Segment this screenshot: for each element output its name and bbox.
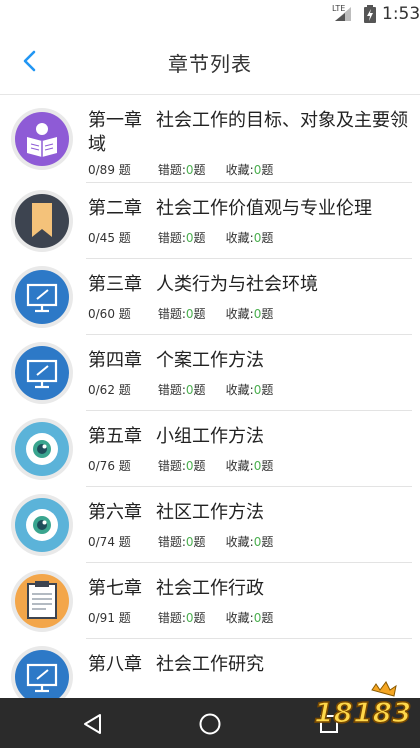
chapter-row-5[interactable]: 第五章 小组工作方法 0/76 题 错题:0题 收藏:0题	[0, 411, 420, 487]
app-header: 章节列表	[0, 28, 420, 95]
watermark-logo-icon: 18183	[313, 681, 412, 730]
chapter-stats: 0/91 题 错题:0题 收藏:0题	[88, 611, 274, 625]
signal-icon	[335, 7, 351, 21]
chapter-row-6[interactable]: 第六章 社区工作方法 0/74 题 错题:0题 收藏:0题	[0, 487, 420, 563]
reader-icon	[11, 108, 73, 170]
chapter-row-2[interactable]: 第二章 社会工作价值观与专业伦理 0/45 题 错题:0题 收藏:0题	[0, 183, 420, 259]
chapter-title: 第一章 社会工作的目标、对象及主要领域	[88, 110, 408, 155]
svg-text:18183: 18183	[314, 696, 411, 729]
progress-count: 0/89 题	[88, 163, 131, 177]
favorite-count: 收藏:0题	[225, 163, 274, 177]
battery-icon	[364, 5, 376, 23]
eye-icon	[11, 418, 73, 480]
chapter-title: 第二章 社会工作价值观与专业伦理	[88, 198, 372, 219]
chapter-title: 第五章 小组工作方法	[88, 426, 264, 447]
monitor-icon	[11, 646, 73, 698]
wrong-count: 错题:0题	[157, 163, 206, 177]
eye-icon	[11, 494, 73, 556]
chapter-row-4[interactable]: 第四章 个案工作方法 0/62 题 错题:0题 收藏:0题	[0, 335, 420, 411]
chapter-stats: 0/62 题 错题:0题 收藏:0题	[88, 383, 274, 397]
chapter-title: 第七章 社会工作行政	[88, 578, 264, 599]
chapter-title: 第八章 社会工作研究	[88, 654, 264, 675]
circle-home-icon[interactable]	[197, 711, 223, 737]
chapter-stats: 0/89 题 错题:0题 收藏:0题	[88, 161, 273, 178]
chapter-title: 第三章 人类行为与社会环境	[88, 274, 318, 295]
chapter-row-7[interactable]: 第七章 社会工作行政 0/91 题 错题:0题 收藏:0题	[0, 563, 420, 639]
chapter-row-3[interactable]: 第三章 人类行为与社会环境 0/60 题 错题:0题 收藏:0题	[0, 259, 420, 335]
clipboard-icon	[11, 570, 73, 632]
monitor-icon	[11, 342, 73, 404]
triangle-back-icon[interactable]	[80, 711, 106, 737]
chapter-title: 第六章 社区工作方法	[88, 502, 264, 523]
chapter-stats: 0/76 题 错题:0题 收藏:0题	[88, 459, 274, 473]
monitor-icon	[11, 266, 73, 328]
chapter-stats: 0/60 题 错题:0题 收藏:0题	[88, 307, 274, 321]
page-title: 章节列表	[168, 52, 252, 76]
status-bar: LTE 1:53	[0, 0, 420, 28]
chapter-stats: 0/74 题 错题:0题 收藏:0题	[88, 535, 274, 549]
chapter-row-1[interactable]: 第一章 社会工作的目标、对象及主要领域 0/89 题 错题:0题 收藏:0题	[0, 95, 420, 183]
bookmark-icon	[11, 190, 73, 252]
chapter-list: 第一章 社会工作的目标、对象及主要领域 0/89 题 错题:0题 收藏:0题 第二…	[0, 95, 420, 698]
chapter-stats: 0/45 题 错题:0题 收藏:0题	[88, 231, 274, 245]
chapter-title: 第四章 个案工作方法	[88, 350, 264, 371]
status-time: 1:53	[382, 4, 420, 24]
